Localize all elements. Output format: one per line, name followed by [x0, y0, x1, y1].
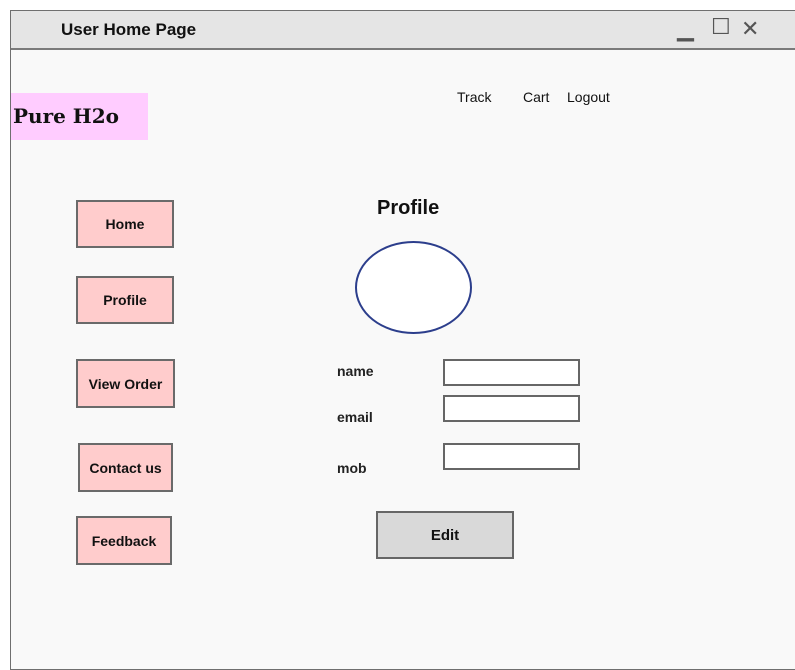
- view-order-button[interactable]: View Order: [76, 359, 175, 408]
- edit-button[interactable]: Edit: [376, 511, 514, 559]
- title-bar: User Home Page ▁ ☐ ✕: [11, 11, 795, 50]
- window-title: User Home Page: [61, 20, 197, 39]
- cart-link[interactable]: Cart: [523, 89, 549, 105]
- name-field[interactable]: [443, 359, 580, 386]
- close-icon[interactable]: ✕: [741, 16, 759, 42]
- profile-heading: Profile: [377, 197, 440, 219]
- home-button[interactable]: Home: [76, 200, 174, 248]
- brand-logo: Pure H2o: [11, 93, 148, 140]
- logout-link[interactable]: Logout: [567, 89, 610, 105]
- contact-us-button[interactable]: Contact us: [78, 443, 173, 492]
- feedback-button[interactable]: Feedback: [76, 516, 172, 565]
- track-link[interactable]: Track: [457, 89, 491, 105]
- minimize-icon[interactable]: ▁: [677, 16, 694, 42]
- mob-label: mob: [337, 460, 367, 476]
- email-field[interactable]: [443, 395, 580, 422]
- email-label: email: [337, 409, 373, 425]
- maximize-icon[interactable]: ☐: [711, 14, 731, 40]
- mob-field[interactable]: [443, 443, 580, 470]
- name-label: name: [337, 363, 374, 379]
- app-window: User Home Page ▁ ☐ ✕ Pure H2o Track Cart…: [10, 10, 795, 670]
- avatar: [355, 241, 472, 334]
- profile-button[interactable]: Profile: [76, 276, 174, 324]
